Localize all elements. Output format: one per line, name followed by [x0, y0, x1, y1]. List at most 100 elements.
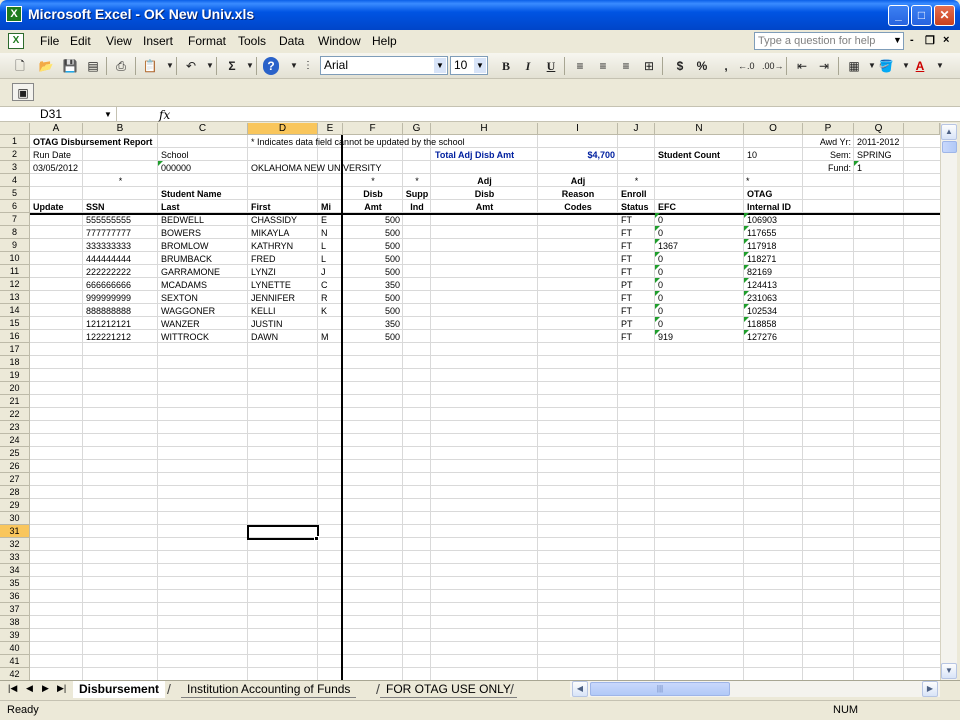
- menu-window[interactable]: Window: [318, 34, 361, 48]
- star-enroll[interactable]: *: [618, 175, 655, 188]
- mi-cell[interactable]: N: [321, 227, 328, 240]
- disb-amt-cell[interactable]: 500: [343, 305, 400, 318]
- col-header-c[interactable]: C: [158, 123, 248, 135]
- col-header-b[interactable]: B: [83, 123, 158, 135]
- first-sheet-icon[interactable]: |◀: [8, 683, 17, 694]
- total-adj-value[interactable]: $4,700: [540, 149, 615, 162]
- chevron-down-icon[interactable]: ▼: [434, 58, 446, 73]
- row-header-29[interactable]: 29: [0, 499, 30, 512]
- comma-button[interactable]: ,: [718, 57, 734, 75]
- efc-header[interactable]: EFC: [658, 201, 676, 214]
- align-right-icon[interactable]: ≡: [618, 57, 634, 75]
- ssn-cell[interactable]: 121212121: [86, 318, 131, 331]
- internal-id-cell[interactable]: 231063: [747, 292, 777, 305]
- internal-id-cell[interactable]: 124413: [747, 279, 777, 292]
- disb-amt-cell[interactable]: 350: [343, 279, 400, 292]
- ssn-cell[interactable]: 999999999: [86, 292, 131, 305]
- row-header-9[interactable]: 9: [0, 239, 30, 252]
- align-center-icon[interactable]: ≡: [595, 57, 611, 75]
- last-name-cell[interactable]: WITTROCK: [161, 331, 209, 344]
- row-header-17[interactable]: 17: [0, 343, 30, 356]
- first-name-cell[interactable]: DAWN: [251, 331, 278, 344]
- ssn-cell[interactable]: 444444444: [86, 253, 131, 266]
- note-text[interactable]: * Indicates data field cannot be updated…: [251, 136, 465, 149]
- row-header-18[interactable]: 18: [0, 356, 30, 369]
- last-name-cell[interactable]: SEXTON: [161, 292, 198, 305]
- disb-header[interactable]: Disb: [343, 188, 403, 201]
- autosum-icon[interactable]: Σ: [224, 57, 240, 75]
- internal-id-cell[interactable]: 118271: [747, 253, 776, 266]
- row-header-6[interactable]: 6: [0, 200, 30, 213]
- permission-icon[interactable]: ▤: [85, 57, 101, 75]
- school-label[interactable]: School: [161, 149, 189, 162]
- mi-cell[interactable]: K: [321, 305, 327, 318]
- row-header-3[interactable]: 3: [0, 161, 30, 174]
- row-header-25[interactable]: 25: [0, 447, 30, 460]
- vertical-scroll-thumb[interactable]: [942, 141, 957, 153]
- row-header-22[interactable]: 22: [0, 408, 30, 421]
- font-name-select[interactable]: Arial ▼: [320, 56, 448, 75]
- select-all-corner[interactable]: [0, 123, 30, 135]
- adj-disb-header[interactable]: Disb: [431, 188, 538, 201]
- col-header-i[interactable]: I: [538, 123, 618, 135]
- fill-color-icon[interactable]: 🪣: [878, 57, 894, 75]
- last-name-cell[interactable]: GARRAMONE: [161, 266, 220, 279]
- name-box[interactable]: D31: [2, 107, 117, 122]
- col-header-d[interactable]: D: [248, 123, 318, 135]
- run-date-label[interactable]: Run Date: [33, 149, 71, 162]
- row-header-32[interactable]: 32: [0, 538, 30, 551]
- row-header-36[interactable]: 36: [0, 590, 30, 603]
- enroll-header[interactable]: Enroll: [621, 188, 647, 201]
- menu-edit[interactable]: Edit: [70, 34, 91, 48]
- last-name-cell[interactable]: WANZER: [161, 318, 200, 331]
- bold-button[interactable]: B: [498, 57, 514, 75]
- row-header-19[interactable]: 19: [0, 369, 30, 382]
- row-header-11[interactable]: 11: [0, 265, 30, 278]
- enroll-status-cell[interactable]: FT: [621, 253, 632, 266]
- report-title[interactable]: OTAG Disbursement Report: [33, 136, 152, 149]
- student-count-value[interactable]: 10: [747, 149, 757, 162]
- col-header-p[interactable]: P: [803, 123, 854, 135]
- macro-icon[interactable]: ▣: [12, 83, 34, 101]
- scroll-right-icon[interactable]: ▶: [922, 681, 938, 697]
- row-header-15[interactable]: 15: [0, 317, 30, 330]
- row-header-13[interactable]: 13: [0, 291, 30, 304]
- efc-cell[interactable]: 919: [658, 331, 673, 344]
- ssn-cell[interactable]: 777777777: [86, 227, 131, 240]
- next-sheet-icon[interactable]: ▶: [42, 683, 49, 694]
- last-name-cell[interactable]: BOWERS: [161, 227, 201, 240]
- enroll-status-cell[interactable]: FT: [621, 214, 632, 227]
- col-header-a[interactable]: A: [30, 123, 83, 135]
- col-header-g[interactable]: G: [403, 123, 431, 135]
- last-name-cell[interactable]: MCADAMS: [161, 279, 207, 292]
- internal-id-cell[interactable]: 106903: [747, 214, 777, 227]
- tab-otag-use-only[interactable]: FOR OTAG USE ONLY: [380, 681, 517, 698]
- update-header[interactable]: Update: [33, 201, 64, 214]
- reason-header[interactable]: Reason: [538, 188, 618, 201]
- formula-input[interactable]: [180, 108, 940, 121]
- paste-icon[interactable]: 📋: [142, 57, 158, 75]
- function-icon[interactable]: fx: [159, 108, 170, 122]
- row-header-40[interactable]: 40: [0, 642, 30, 655]
- supp-header[interactable]: Supp: [403, 188, 431, 201]
- row-header-24[interactable]: 24: [0, 434, 30, 447]
- internal-id-cell[interactable]: 127276: [747, 331, 777, 344]
- efc-cell[interactable]: 1367: [658, 240, 678, 253]
- horizontal-scroll-thumb[interactable]: |||: [590, 682, 730, 696]
- last-name-cell[interactable]: BRUMBACK: [161, 253, 212, 266]
- col-header-h[interactable]: H: [431, 123, 538, 135]
- internal-id-cell[interactable]: 117655: [747, 227, 776, 240]
- enroll-status-cell[interactable]: PT: [621, 318, 633, 331]
- tab-disbursement[interactable]: Disbursement: [73, 681, 166, 698]
- toolbar-options-icon[interactable]: ⋮: [300, 57, 316, 75]
- internal-id-cell[interactable]: 82169: [747, 266, 772, 279]
- menu-view[interactable]: View: [106, 34, 132, 48]
- row-header-38[interactable]: 38: [0, 616, 30, 629]
- chevron-down-icon[interactable]: ▼: [893, 35, 902, 45]
- enroll-status-cell[interactable]: FT: [621, 227, 632, 240]
- disb-amt-header[interactable]: Amt: [343, 201, 403, 214]
- first-name-cell[interactable]: LYNZI: [251, 266, 276, 279]
- last-name-cell[interactable]: BROMLOW: [161, 240, 209, 253]
- doc-close-icon[interactable]: ×: [943, 34, 949, 46]
- row-header-42[interactable]: 42: [0, 668, 30, 680]
